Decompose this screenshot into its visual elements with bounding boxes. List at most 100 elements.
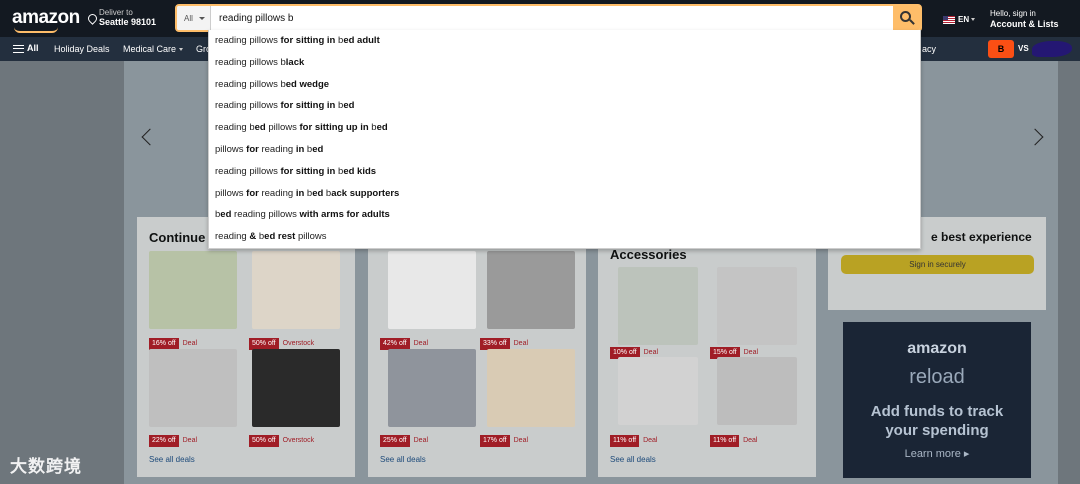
card-title: Continue <box>149 230 206 245</box>
suggestion-completion-text: for sitting up in <box>299 122 369 134</box>
reload-name: reload <box>909 366 965 388</box>
nav-link-medical-care-label: Medical Care <box>123 44 177 54</box>
see-all-deals-link[interactable]: See all deals <box>149 455 195 464</box>
deal-badge-row: 16% off Deal <box>149 332 197 350</box>
search-suggestion-item[interactable]: reading pillows for sitting in bed <box>209 95 920 117</box>
suggestion-query-text: pillows <box>215 143 247 155</box>
search-suggestion-item[interactable]: pillows for reading in bed back supporte… <box>209 183 920 205</box>
deal-label: Deal <box>513 437 529 444</box>
deal-label: Deal <box>413 437 429 444</box>
suggestion-completion-text: ed <box>254 122 266 134</box>
product-image-black-pants[interactable] <box>717 267 797 345</box>
suggestion-query-text: reading <box>258 143 296 155</box>
nav-link-medical-care[interactable]: Medical Care <box>123 44 184 54</box>
suggestion-query-text: reading pillows <box>215 100 281 112</box>
suggestion-query-text: pillows <box>295 231 327 243</box>
discount-badge: 22% off <box>149 435 179 447</box>
suggestion-completion-text: ed <box>312 143 324 155</box>
carousel-prev-icon[interactable] <box>140 128 152 148</box>
suggestion-completion-text: ack supporters <box>331 187 400 199</box>
search-suggestion-item[interactable]: reading & bed rest pillows <box>209 226 920 248</box>
deal-label: Deal <box>743 437 758 444</box>
deal-badge-row: 22% off Deal <box>149 429 197 447</box>
deal-badge-row: 10% off Deal <box>610 341 658 359</box>
chevron-down-icon <box>179 48 184 52</box>
discount-badge: 11% off <box>610 435 640 447</box>
deal-label: Deal <box>182 340 198 347</box>
nav-link-holiday-deals[interactable]: Holiday Deals <box>54 44 110 54</box>
product-image-reading-pillow[interactable] <box>149 349 237 427</box>
search-suggestion-item[interactable]: reading pillows bed wedge <box>209 74 920 96</box>
deliver-city: Seattle 98101 <box>99 17 157 27</box>
all-menu-button[interactable]: All <box>13 43 39 53</box>
deliver-label: Deliver to <box>99 8 133 17</box>
suggestion-completion-text: ed rest <box>264 231 296 243</box>
account-greeting: Hello, sign in <box>990 9 1036 18</box>
deal-badge-row: 15% off Deal <box>710 341 758 359</box>
deals-card-accessories: Accessories 10% off Deal 15% off Deal 11% … <box>598 217 816 477</box>
product-image-white-pants[interactable] <box>618 357 698 425</box>
product-image-black-satchel[interactable] <box>717 357 797 425</box>
search-suggestion-item[interactable]: pillows for reading in bed <box>209 139 920 161</box>
amazon-logo[interactable]: amazon <box>12 7 80 29</box>
suggestion-query-text: reading b <box>215 122 255 134</box>
suggestion-completion-text: in <box>295 143 305 155</box>
account-menu[interactable]: Hello, sign in Account & Lists <box>990 9 1059 29</box>
product-image-green-romper[interactable] <box>618 267 698 345</box>
suggestion-completion-text: ed <box>376 122 388 134</box>
suggestion-completion-text: for sitting in <box>280 165 336 177</box>
search-suggestion-item[interactable]: bed reading pillows with arms for adults <box>209 204 920 226</box>
search-suggestion-item[interactable]: reading pillows for sitting in bed kids <box>209 161 920 183</box>
reload-headline: Add funds to track your spending <box>870 403 1004 439</box>
bengals-logo-icon: B <box>988 40 1014 58</box>
language-selector[interactable]: EN <box>943 15 976 24</box>
carousel-next-icon[interactable] <box>1033 128 1045 148</box>
suggestion-completion-text: lack <box>285 56 305 68</box>
search-bar: All <box>175 4 922 32</box>
deal-badge-row: 11% off Deal <box>710 429 758 447</box>
search-button[interactable] <box>893 6 920 30</box>
learn-more-link[interactable]: Learn more ▸ <box>843 447 1031 460</box>
amazon-reload-ad[interactable]: amazon reload Add funds to track your sp… <box>843 322 1031 478</box>
search-category-select[interactable]: All <box>177 6 211 30</box>
suggestion-completion-text: ed kids <box>343 165 377 177</box>
language-label: EN <box>958 15 970 24</box>
product-image-duvet-set[interactable] <box>388 349 476 427</box>
logo-smile-icon <box>14 27 58 33</box>
product-image-shoulder-bag[interactable] <box>252 251 340 329</box>
deals-card-bedding: 42% off Deal 33% off Deal 25% off Deal 17% … <box>368 217 586 477</box>
us-flag-icon <box>943 15 955 24</box>
sign-in-button[interactable]: Sign in securely <box>841 255 1034 274</box>
product-image-black-handbag[interactable] <box>252 349 340 427</box>
search-suggestion-item[interactable]: reading pillows black <box>209 52 920 74</box>
suggestion-query-text: b <box>256 231 265 243</box>
search-suggestion-item[interactable]: reading pillows for sitting in bed adult <box>209 30 920 52</box>
search-input[interactable] <box>215 6 885 30</box>
product-image-tote-bag[interactable] <box>487 349 575 427</box>
chevron-down-icon <box>199 17 205 20</box>
search-category-label: All <box>184 14 193 23</box>
ravens-logo-icon <box>1032 41 1072 57</box>
product-image-comforter[interactable] <box>388 251 476 329</box>
account-lists-label: Account & Lists <box>990 19 1059 29</box>
discount-badge: 25% off <box>380 435 410 447</box>
suggestion-completion-text: for <box>246 187 259 199</box>
product-image-plaid-bedding[interactable] <box>487 251 575 329</box>
search-suggestion-item[interactable]: reading bed pillows for sitting up in be… <box>209 117 920 139</box>
suggestion-query-text: reading pillows <box>215 165 281 177</box>
deal-label: Overstock <box>282 340 315 347</box>
see-all-deals-link[interactable]: See all deals <box>610 455 656 464</box>
product-image-rc-car[interactable] <box>149 251 237 329</box>
suggestion-query-text: pillows <box>215 187 247 199</box>
suggestion-query-text: b <box>304 187 313 199</box>
game-promo-banner[interactable]: B VS <box>988 40 1072 58</box>
deal-badge-row: 17% off Deal <box>480 429 528 447</box>
nav-link-pharmacy[interactable]: acy <box>922 44 936 54</box>
see-all-deals-link[interactable]: See all deals <box>380 455 426 464</box>
page-side-left <box>0 61 124 484</box>
suggestion-completion-text: with arms for adults <box>299 209 390 221</box>
hamburger-icon <box>13 44 24 53</box>
suggestion-completion-text: in <box>295 187 305 199</box>
discount-badge: 50% off <box>249 435 279 447</box>
suggestion-completion-text: ed <box>312 187 324 199</box>
